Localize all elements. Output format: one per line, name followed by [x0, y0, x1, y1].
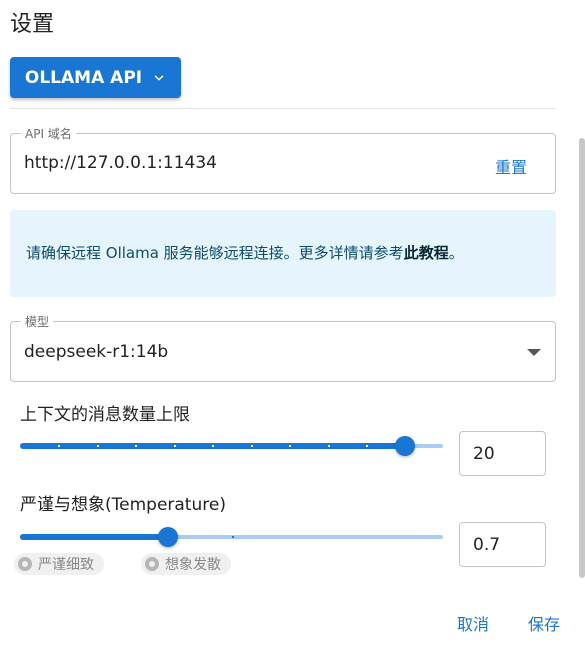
- slider-tick-mark: [366, 445, 369, 447]
- slider-thumb[interactable]: [394, 436, 415, 456]
- reset-button[interactable]: 重置: [495, 154, 527, 178]
- context-limit-input[interactable]: 20: [459, 431, 546, 476]
- dialog-title: 设置: [10, 12, 55, 37]
- imagine-chip-label: 想象发散: [165, 557, 221, 573]
- context-limit-value: 20: [473, 444, 495, 464]
- slider-thumb[interactable]: [158, 527, 179, 547]
- model-legend: 模型: [21, 313, 54, 330]
- slider-track: [20, 534, 169, 540]
- lightbulb-icon: [145, 557, 159, 571]
- model-value: deepseek-r1:14b: [24, 342, 169, 362]
- slider-tick-mark: [135, 445, 138, 447]
- scrollbar[interactable]: [579, 138, 585, 578]
- info-text: 请确保远程 Ollama 服务能够远程连接。更多详情请参考此教程。: [26, 244, 464, 262]
- chevron-down-icon: [154, 74, 164, 81]
- imagine-chip[interactable]: 想象发散: [141, 553, 231, 575]
- slider-tick-mark: [250, 445, 253, 447]
- temperature-slider[interactable]: [20, 527, 443, 547]
- slider-tick-mark: [96, 445, 99, 447]
- dropdown-arrow-icon: [527, 349, 541, 356]
- strict-chip[interactable]: 严谨细致: [14, 553, 104, 575]
- temperature-label: 严谨与想象(Temperature): [20, 495, 226, 515]
- slider-tick-mark: [173, 445, 176, 447]
- strict-chip-label: 严谨细致: [38, 557, 94, 573]
- save-button[interactable]: 保存: [528, 611, 560, 635]
- cancel-button[interactable]: 取消: [457, 611, 489, 635]
- temperature-value: 0.7: [473, 535, 501, 555]
- temperature-input[interactable]: 0.7: [459, 522, 546, 567]
- precision-icon: [18, 557, 32, 571]
- api-host-input[interactable]: http://127.0.0.1:11434: [24, 153, 217, 173]
- provider-select-button[interactable]: OLLAMA API: [10, 57, 181, 98]
- slider-tick-mark: [327, 445, 330, 447]
- api-host-field[interactable]: API 域名 http://127.0.0.1:11434 重置: [10, 125, 556, 194]
- info-alert: 请确保远程 Ollama 服务能够远程连接。更多详情请参考此教程。: [10, 210, 556, 297]
- tutorial-link[interactable]: 此教程: [404, 244, 449, 262]
- api-host-legend: API 域名: [21, 125, 76, 142]
- slider-tick-mark: [289, 445, 292, 447]
- model-select[interactable]: 模型 deepseek-r1:14b: [10, 313, 556, 382]
- context-limit-slider[interactable]: [20, 436, 443, 456]
- context-limit-label: 上下文的消息数量上限: [20, 405, 190, 425]
- slider-tick-mark: [231, 536, 234, 538]
- slider-tick-mark: [58, 445, 61, 447]
- slider-tick-mark: [212, 445, 215, 447]
- provider-label: OLLAMA API: [24, 67, 143, 88]
- header-divider: [10, 108, 556, 109]
